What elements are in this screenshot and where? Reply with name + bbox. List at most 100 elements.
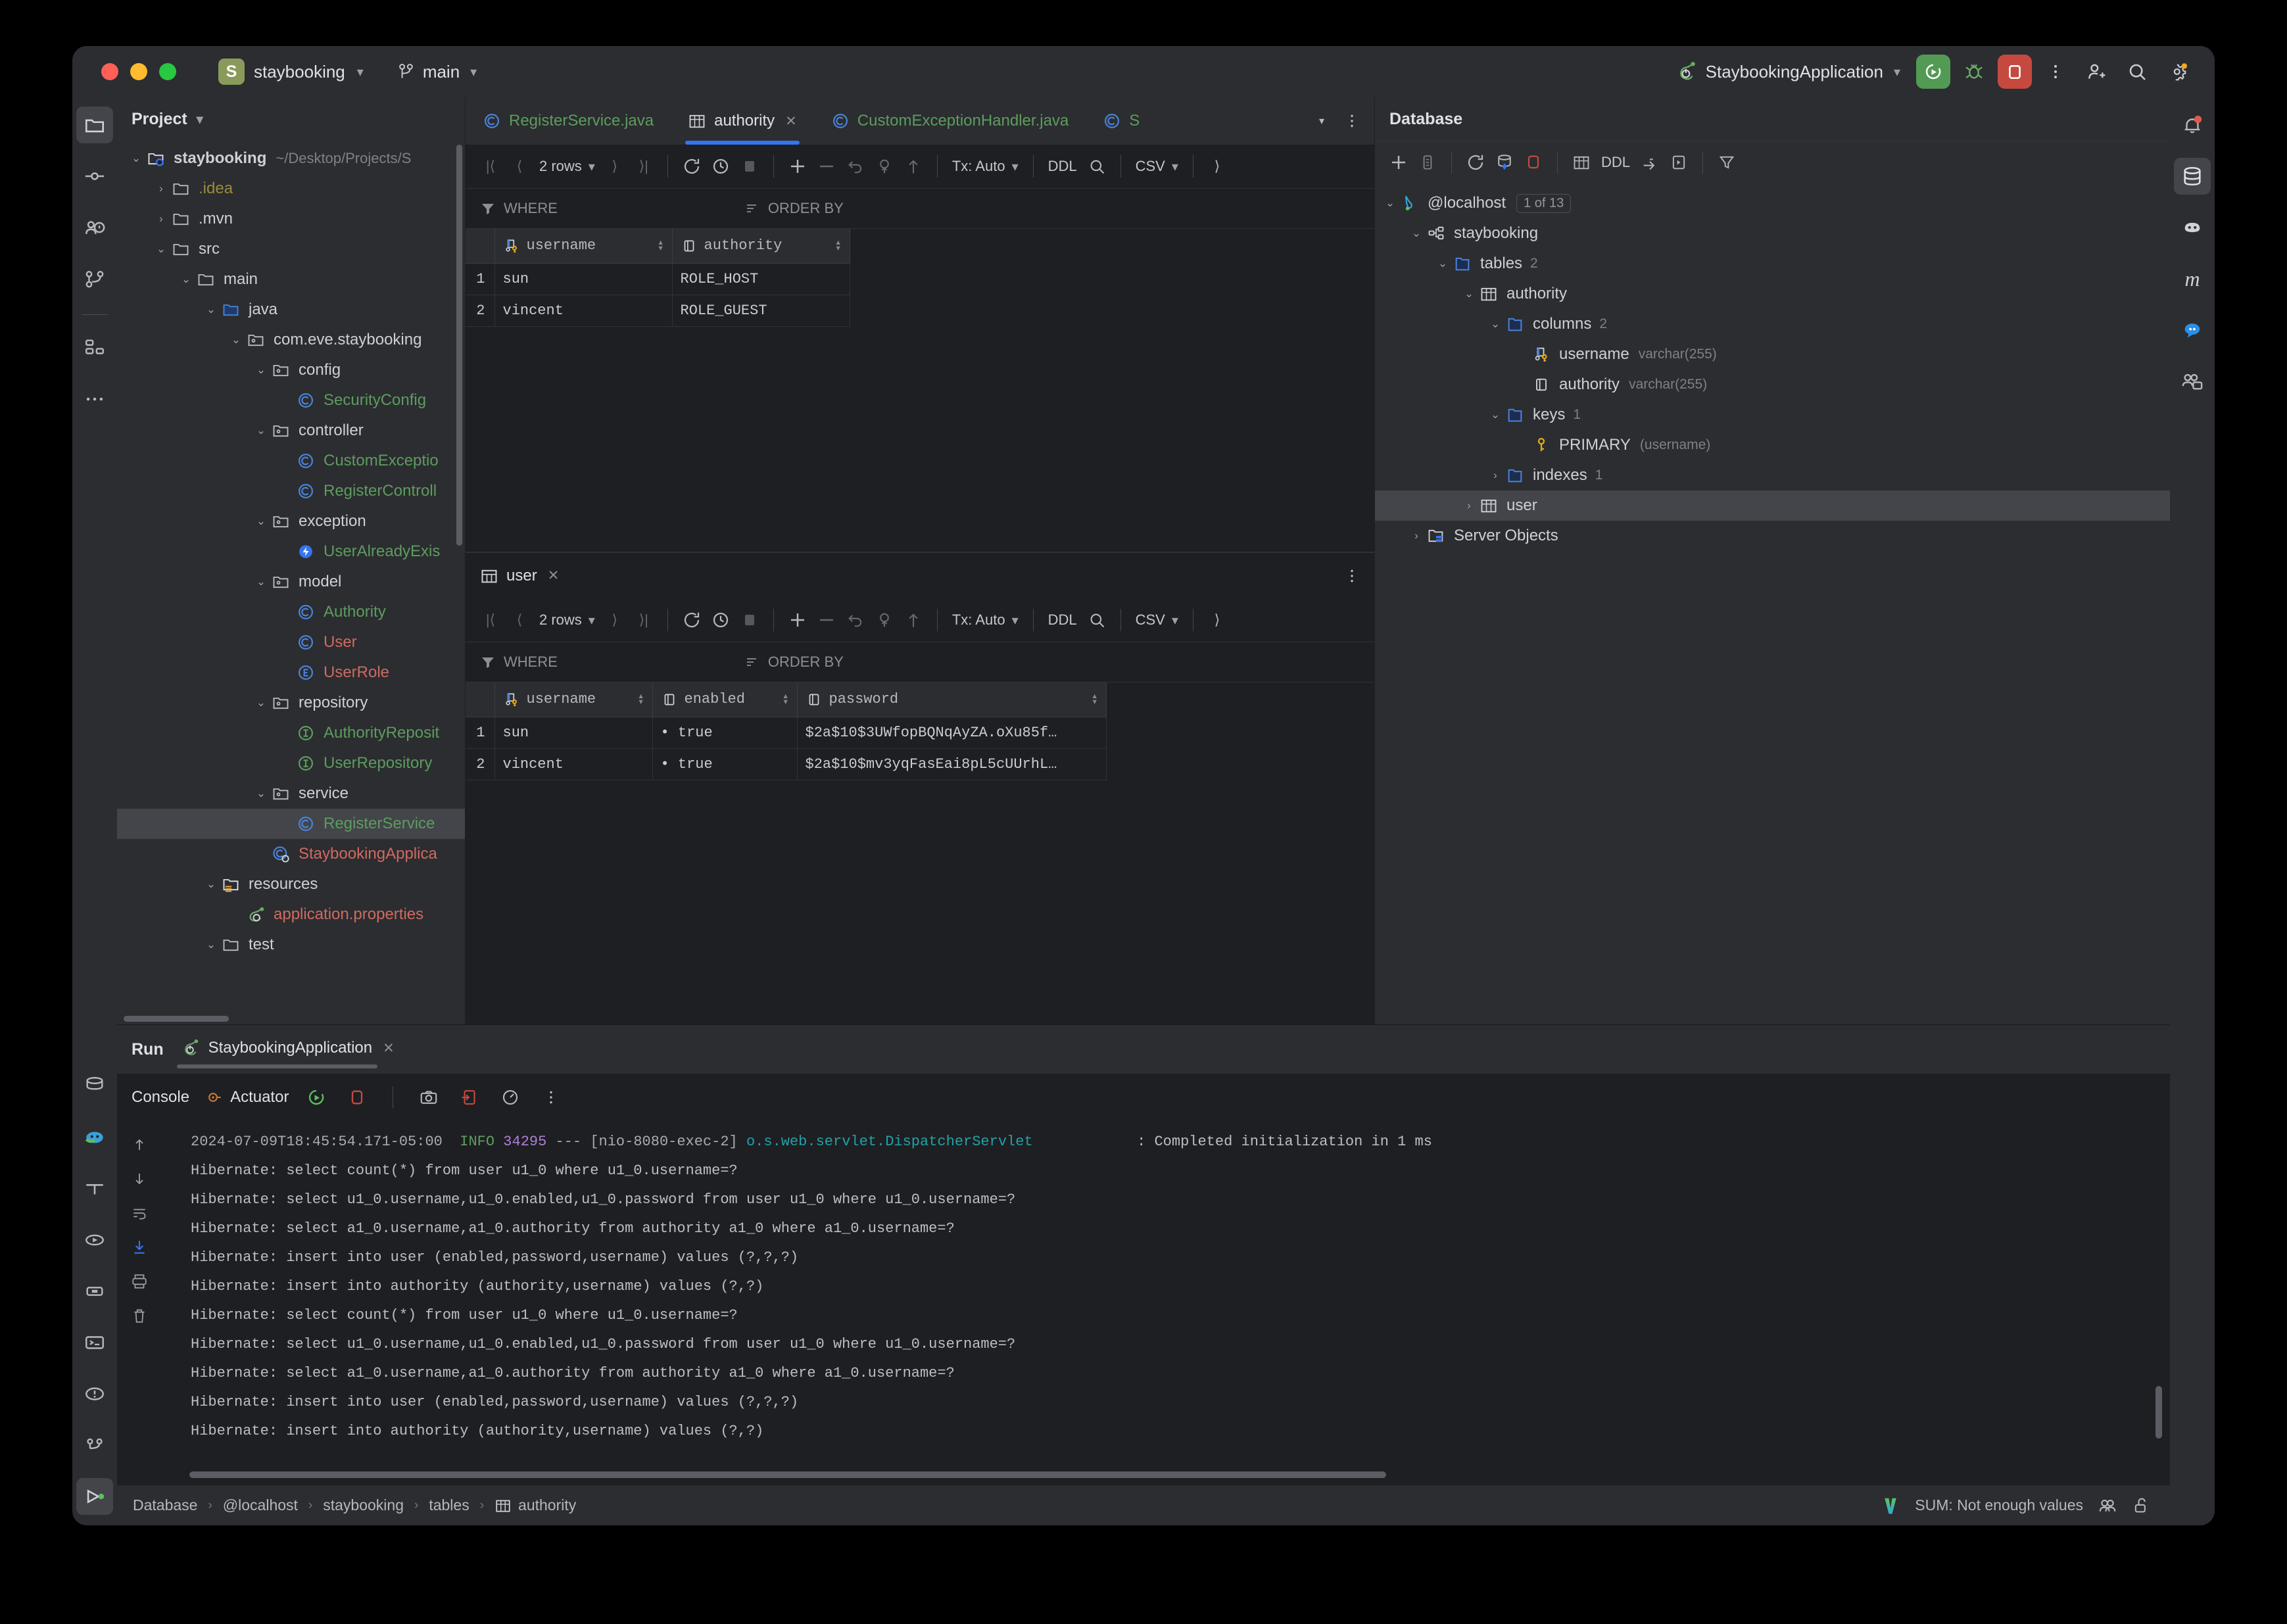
- column-header[interactable]: username▴▾: [494, 229, 672, 263]
- more-vertical-icon[interactable]: [1339, 563, 1365, 589]
- sort-arrows-icon[interactable]: ▴▾: [835, 240, 842, 252]
- rerun-icon[interactable]: [303, 1084, 329, 1111]
- chevron-down-icon[interactable]: ⌄: [228, 333, 245, 346]
- reload-icon[interactable]: [679, 607, 705, 633]
- user-data-grid[interactable]: username▴▾enabled▴▾password▴▾1sun• true$…: [466, 682, 1374, 780]
- tab-console[interactable]: Console: [132, 1088, 189, 1107]
- project-tree[interactable]: ⌄staybooking~/Desktop/Projects/S›.idea›.…: [117, 141, 465, 1024]
- debug-button[interactable]: [1957, 55, 1991, 89]
- breadcrumb-item[interactable]: tables: [429, 1496, 469, 1514]
- project-tree-item[interactable]: UserRepository: [117, 748, 465, 778]
- soft-wrap-icon[interactable]: [124, 1196, 155, 1230]
- search-icon[interactable]: [1084, 153, 1110, 179]
- maximize-window-button[interactable]: [159, 63, 176, 80]
- jump-to-icon[interactable]: [1637, 149, 1663, 176]
- add-icon[interactable]: [1385, 149, 1412, 176]
- run-tool-icon[interactable]: [76, 1478, 113, 1515]
- terminal-tool-icon[interactable]: [76, 1170, 113, 1207]
- chevron-down-icon[interactable]: ⌄: [1434, 257, 1451, 270]
- authority-data-grid[interactable]: username▴▾authority▴▾1sunROLE_HOST2vince…: [466, 229, 1374, 327]
- notifications-icon[interactable]: [2174, 107, 2211, 143]
- git-tool-icon[interactable]: [76, 1427, 113, 1464]
- where-filter[interactable]: WHERE: [466, 654, 558, 671]
- editor-tab[interactable]: CustomExceptionHandler.java: [814, 97, 1086, 145]
- project-tree-item[interactable]: ⌄java: [117, 295, 465, 325]
- close-icon[interactable]: ✕: [785, 113, 797, 130]
- camera-icon[interactable]: [416, 1084, 442, 1111]
- problems-tool-icon[interactable]: [76, 1375, 113, 1412]
- project-tree-item[interactable]: ⌄repository: [117, 688, 465, 718]
- stop-icon[interactable]: [736, 153, 763, 179]
- database-tree-item[interactable]: ⌄@localhost1 of 13: [1375, 188, 2170, 218]
- project-tree-item[interactable]: ⌄src: [117, 234, 465, 264]
- more-tool-icon[interactable]: [76, 381, 113, 418]
- structure-tool-icon[interactable]: [76, 329, 113, 366]
- project-tree-item[interactable]: UserRole: [117, 657, 465, 688]
- project-tree-item[interactable]: StaybookingApplica: [117, 839, 465, 869]
- services-tool-icon[interactable]: [76, 1222, 113, 1258]
- chevron-right-icon[interactable]: ›: [1460, 499, 1478, 512]
- chevron-down-icon[interactable]: ⌄: [253, 515, 270, 528]
- chevron-right-icon[interactable]: ⟩: [1204, 607, 1230, 633]
- database-tree-item[interactable]: ⌄tables2: [1375, 249, 2170, 279]
- breadcrumb[interactable]: Database›@localhost›staybooking›tables›a…: [133, 1496, 576, 1514]
- more-actions-button[interactable]: [2038, 55, 2073, 89]
- chevron-down-icon[interactable]: ▾: [197, 111, 203, 128]
- project-tree-vscrollbar[interactable]: [456, 145, 462, 546]
- refresh-icon[interactable]: [1462, 149, 1489, 176]
- project-tree-item[interactable]: RegisterControll: [117, 476, 465, 506]
- chat-icon[interactable]: [2174, 312, 2211, 348]
- chevron-down-icon[interactable]: ⌄: [178, 273, 195, 286]
- project-selector[interactable]: S staybooking ▾: [218, 59, 364, 85]
- project-tree-item[interactable]: ⌄service: [117, 778, 465, 809]
- chevron-down-icon[interactable]: ⌄: [1382, 197, 1399, 210]
- search-icon[interactable]: [1084, 607, 1110, 633]
- project-tree-item[interactable]: UserAlreadyExis: [117, 537, 465, 567]
- database-tool-icon[interactable]: [76, 1068, 113, 1105]
- pull-requests-tool-icon[interactable]: [76, 209, 113, 246]
- order-by-filter[interactable]: ORDER BY: [730, 200, 844, 217]
- chevron-down-icon[interactable]: ⌄: [1460, 287, 1478, 300]
- project-tree-hscrollbar[interactable]: [124, 1016, 229, 1022]
- where-filter[interactable]: WHERE: [466, 200, 558, 217]
- first-page-icon[interactable]: |⟨: [477, 607, 504, 633]
- project-tree-item[interactable]: ⌄com.eve.staybooking: [117, 325, 465, 355]
- first-page-icon[interactable]: |⟨: [477, 153, 504, 179]
- delete-row-icon[interactable]: [813, 153, 840, 179]
- commit-icon[interactable]: [871, 153, 898, 179]
- commit-icon[interactable]: [871, 607, 898, 633]
- project-tree-item[interactable]: application.properties: [117, 899, 465, 930]
- delete-row-icon[interactable]: [813, 607, 840, 633]
- table-cell[interactable]: sun: [494, 717, 652, 748]
- database-tree-item[interactable]: ⌄columns2: [1375, 309, 2170, 339]
- chevron-down-icon[interactable]: ⌄: [253, 424, 270, 437]
- close-icon[interactable]: ✕: [383, 1040, 395, 1057]
- tab-actuator[interactable]: Actuator: [204, 1088, 289, 1107]
- table-row[interactable]: 1sun• true$2a$10$3UWfopBQNqAyZA.oXu85f…: [466, 717, 1106, 748]
- project-tree-item[interactable]: ⌄resources: [117, 869, 465, 899]
- chevron-right-icon[interactable]: ›: [153, 212, 170, 226]
- run-button[interactable]: [1916, 55, 1950, 89]
- next-page-icon[interactable]: ⟩: [602, 607, 628, 633]
- print-icon[interactable]: [124, 1264, 155, 1299]
- database-tree-item[interactable]: ›Server Objects: [1375, 521, 2170, 551]
- prev-page-icon[interactable]: ⟨: [506, 607, 533, 633]
- scroll-to-end-icon[interactable]: [124, 1230, 155, 1264]
- chevron-down-icon[interactable]: ⌄: [1487, 408, 1504, 421]
- tab-user[interactable]: user ✕: [480, 567, 559, 585]
- ai-assistant-icon[interactable]: [2174, 209, 2211, 246]
- sort-arrows-icon[interactable]: ▴▾: [1092, 694, 1098, 705]
- project-tree-item[interactable]: ⌄controller: [117, 416, 465, 446]
- table-row[interactable]: 2vincent• true$2a$10$mv3yqFasEai8pL5cUUr…: [466, 748, 1106, 780]
- table-cell[interactable]: vincent: [494, 295, 672, 326]
- ddl-button[interactable]: DDL: [1044, 611, 1081, 629]
- history-icon[interactable]: [708, 153, 734, 179]
- column-header[interactable]: enabled▴▾: [652, 682, 797, 717]
- chevron-down-icon[interactable]: ⌄: [203, 878, 220, 891]
- history-icon[interactable]: [708, 607, 734, 633]
- chevron-right-icon[interactable]: ⟩: [1204, 153, 1230, 179]
- project-tree-item[interactable]: ⌄test: [117, 930, 465, 960]
- revert-icon[interactable]: [842, 153, 869, 179]
- project-tree-item[interactable]: User: [117, 627, 465, 657]
- ai-assistant-tool-icon[interactable]: [76, 1119, 113, 1156]
